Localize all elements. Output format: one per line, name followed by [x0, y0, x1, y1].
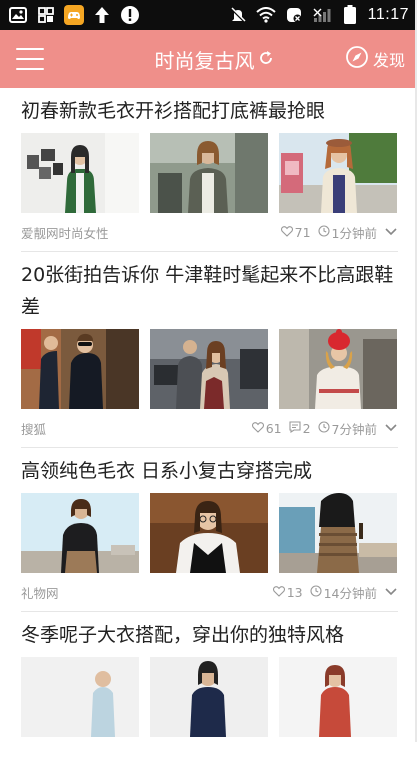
heart-icon [272, 585, 285, 600]
article-thumbnail[interactable] [21, 329, 139, 409]
article-thumbnail[interactable] [150, 657, 268, 737]
article-thumbnail[interactable] [150, 493, 268, 573]
article-stats: 13 14分钟前 [272, 583, 398, 602]
clock-icon [317, 224, 330, 240]
time-stat: 7分钟前 [317, 419, 377, 438]
thumbnail-row [21, 133, 398, 213]
chevron-down-icon[interactable] [384, 225, 398, 239]
likes-count: 61 [265, 420, 282, 436]
thumbnail-row [21, 329, 398, 409]
article-thumbnail[interactable] [279, 657, 397, 737]
article-title[interactable]: 冬季呢子大衣搭配，穿出你的独特风格 [21, 612, 398, 657]
likes-count: 71 [294, 224, 311, 240]
thumbnail-row [21, 493, 398, 573]
phone-screen: 11:17 时尚复古风 发现 初春新款毛衣开衫搭配打底裤最抢眼 爱靓网时尚女性 … [0, 0, 417, 742]
likes-stat: 61 [251, 420, 282, 436]
discover-label: 发现 [372, 51, 405, 70]
clock-icon [317, 420, 330, 436]
menu-line [16, 58, 44, 60]
discover-button[interactable]: 发现 [345, 45, 405, 73]
mute-icon [228, 5, 248, 25]
upload-arrow-icon [92, 5, 112, 25]
heart-icon [251, 421, 264, 436]
menu-line [16, 48, 44, 50]
menu-button[interactable] [16, 48, 44, 70]
comments-count: 2 [302, 420, 311, 436]
status-bar-right: 11:17 [228, 5, 409, 25]
article-thumbnail[interactable] [150, 133, 268, 213]
article-thumbnail[interactable] [150, 329, 268, 409]
status-bar-left [8, 5, 140, 25]
post-time: 7分钟前 [331, 421, 377, 437]
article-card[interactable]: 冬季呢子大衣搭配，穿出你的独特风格 [21, 612, 398, 737]
game-controller-icon [64, 5, 84, 25]
likes-count: 13 [286, 584, 303, 600]
article-meta: 礼物网 13 14分钟前 [21, 573, 398, 611]
image-icon [8, 5, 28, 25]
post-time: 1分钟前 [331, 225, 377, 241]
article-meta: 爱靓网时尚女性 71 1分钟前 [21, 213, 398, 251]
battery-icon [340, 5, 360, 25]
time-stat: 14分钟前 [310, 583, 377, 602]
alert-icon [120, 5, 140, 25]
article-card[interactable]: 高领纯色毛衣 日系小复古穿搭完成 礼物网 13 14分钟前 [21, 448, 398, 612]
article-title[interactable]: 高领纯色毛衣 日系小复古穿搭完成 [21, 448, 398, 493]
likes-stat: 71 [280, 224, 311, 240]
signal-icon [312, 5, 332, 25]
article-stats: 71 1分钟前 [280, 223, 398, 242]
article-thumbnail[interactable] [279, 329, 397, 409]
article-card[interactable]: 初春新款毛衣开衫搭配打底裤最抢眼 爱靓网时尚女性 71 1分钟前 [21, 88, 398, 252]
article-meta: 搜狐 61 2 7分钟前 [21, 409, 398, 447]
article-card[interactable]: 20张街拍告诉你 牛津鞋时髦起来不比高跟鞋差 搜狐 61 2 7分钟前 [21, 252, 398, 448]
likes-stat: 13 [272, 584, 303, 600]
thumbnail-row [21, 657, 398, 737]
post-time: 14分钟前 [323, 585, 377, 601]
page-title: 时尚复古风 [154, 48, 255, 73]
article-source: 爱靓网时尚女性 [21, 225, 109, 241]
article-stats: 61 2 7分钟前 [251, 419, 398, 438]
clock-icon [310, 584, 322, 600]
article-title[interactable]: 初春新款毛衣开衫搭配打底裤最抢眼 [21, 88, 398, 133]
article-thumbnail[interactable] [21, 493, 139, 573]
comments-stat: 2 [289, 421, 311, 436]
article-thumbnail[interactable] [21, 133, 139, 213]
app-bar: 时尚复古风 发现 [0, 30, 415, 88]
status-time: 11:17 [367, 6, 409, 23]
article-thumbnail[interactable] [21, 657, 139, 737]
article-thumbnail[interactable] [279, 133, 397, 213]
article-thumbnail[interactable] [279, 493, 397, 573]
chevron-down-icon[interactable] [384, 585, 398, 599]
compass-icon [345, 45, 369, 73]
article-feed: 初春新款毛衣开衫搭配打底裤最抢眼 爱靓网时尚女性 71 1分钟前 20张街拍告诉… [0, 88, 415, 737]
article-source: 搜狐 [21, 421, 47, 437]
article-title[interactable]: 20张街拍告诉你 牛津鞋时髦起来不比高跟鞋差 [21, 252, 398, 329]
status-bar: 11:17 [0, 0, 415, 30]
chevron-down-icon[interactable] [384, 421, 398, 435]
no-data-icon [284, 5, 304, 25]
heart-icon [280, 225, 293, 240]
comment-icon [289, 420, 301, 436]
time-stat: 1分钟前 [317, 223, 377, 242]
refresh-icon[interactable] [258, 47, 274, 71]
article-source: 礼物网 [21, 585, 59, 601]
menu-line [16, 68, 44, 70]
app-bar-title[interactable]: 时尚复古风 [154, 45, 274, 74]
wifi-icon [255, 5, 276, 25]
grid-icon [36, 5, 56, 25]
